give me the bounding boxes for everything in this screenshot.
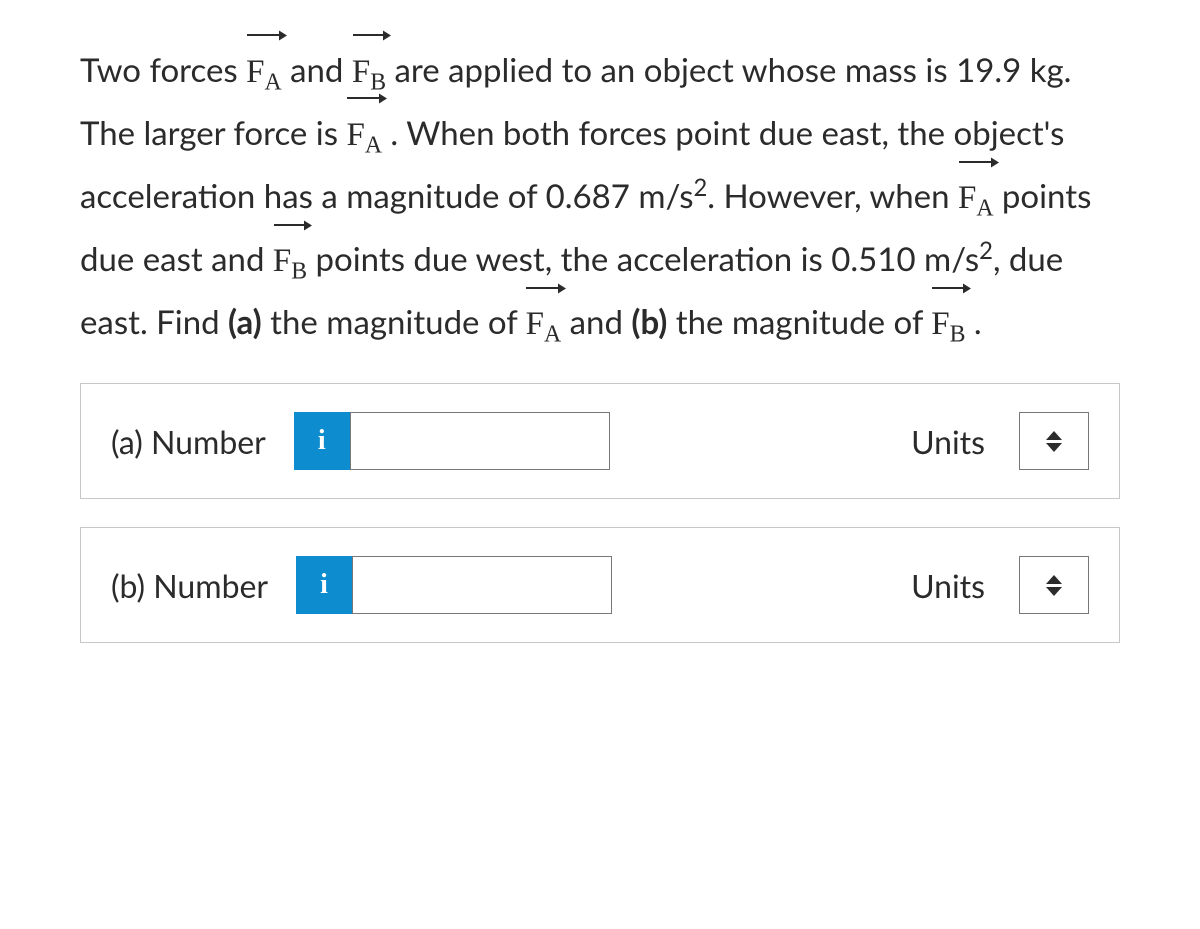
mass-value: 19.9 kg: [956, 50, 1064, 90]
text: are applied to an object whose mass is: [395, 50, 957, 90]
text: and: [570, 302, 632, 342]
part-a-marker: (a): [228, 302, 262, 342]
text: .: [965, 302, 981, 342]
text: and: [290, 50, 352, 90]
acc2-value: 0.510 m/s: [831, 239, 979, 279]
vector-fa: FA: [246, 40, 282, 103]
units-label-a: Units: [911, 422, 985, 461]
units-label-b: Units: [911, 566, 985, 605]
units-select-b[interactable]: [1019, 556, 1089, 614]
vector-fa: FA: [526, 293, 562, 356]
chevron-updown-icon: [1046, 575, 1062, 596]
squared: 2: [693, 174, 707, 202]
info-button-a[interactable]: i: [294, 412, 350, 470]
problem-statement: Two forces FA and FB are applied to an o…: [80, 40, 1120, 355]
vector-fa: FA: [958, 166, 994, 229]
units-select-a[interactable]: [1019, 412, 1089, 470]
answer-row-a: (a) Number i Units: [80, 383, 1120, 499]
part-b-marker: (b): [631, 302, 667, 342]
squared: 2: [979, 237, 993, 265]
answer-row-b: (b) Number i Units: [80, 527, 1120, 643]
answer-a-label: (a) Number: [111, 422, 266, 461]
acc1-value: 0.687 m/s: [546, 176, 694, 216]
text: points due west, the acceleration is: [316, 239, 832, 279]
text: the magnitude of: [667, 302, 931, 342]
chevron-updown-icon: [1046, 431, 1062, 452]
vector-fb: FB: [931, 293, 965, 356]
text: Two forces: [80, 50, 246, 90]
number-input-wrap-b: i: [296, 556, 612, 614]
answer-b-label: (b) Number: [111, 566, 268, 605]
number-input-wrap-a: i: [294, 412, 610, 470]
info-button-b[interactable]: i: [296, 556, 352, 614]
text: . However, when: [707, 176, 958, 216]
vector-fb: FB: [273, 230, 307, 293]
text: the magnitude of: [262, 302, 526, 342]
vector-fa: FA: [346, 103, 382, 166]
number-input-b[interactable]: [352, 556, 612, 614]
number-input-a[interactable]: [350, 412, 610, 470]
